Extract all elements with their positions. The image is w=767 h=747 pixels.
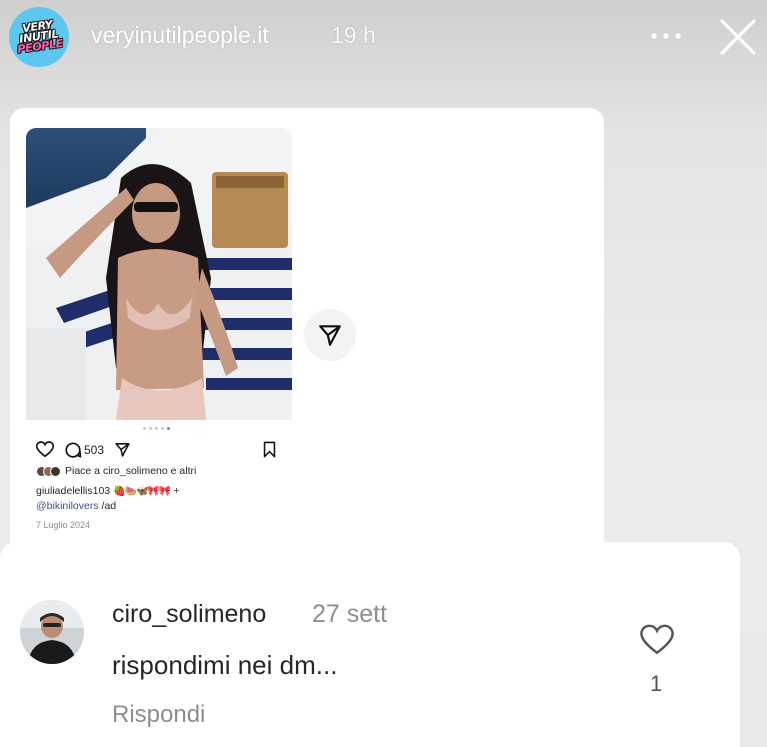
post-photo[interactable] [26, 128, 292, 420]
story-header: VERY INUTIL PEOPLE veryinutilpeople.it 1… [0, 0, 767, 76]
post-caption: giuliadelellis103 🍓🍉🦋🎀🎀 + @bikinilovers … [36, 484, 296, 514]
paper-plane-icon[interactable] [114, 441, 131, 458]
heart-outline-icon[interactable] [640, 624, 674, 656]
caption-tail: /ad [101, 500, 117, 512]
comment-icon[interactable] [64, 441, 82, 459]
caption-plus: + [173, 485, 180, 497]
comment-like-count: 1 [650, 671, 663, 696]
story-time: 19 h [331, 22, 376, 48]
account-avatar-logo[interactable]: VERY INUTIL PEOPLE [9, 7, 69, 67]
comment-username[interactable]: ciro_solimeno [112, 600, 266, 629]
caption-emojis: 🍓🍉🦋🎀🎀 [113, 486, 171, 497]
liked-by-text: Piace a ciro_solimeno e altri [65, 465, 197, 477]
carousel-dots [143, 427, 170, 430]
share-button[interactable] [304, 309, 356, 361]
caption-username[interactable]: giuliadelellis103 [36, 485, 110, 497]
comment-count: 503 [84, 443, 105, 457]
reply-button[interactable]: Rispondi [112, 701, 205, 729]
liked-by-line[interactable]: Piace a ciro_solimeno e altri [36, 465, 196, 477]
heart-outline-icon[interactable] [36, 441, 54, 458]
logo-line-3: PEOPLE [16, 36, 64, 57]
commenter-avatar[interactable] [20, 600, 84, 664]
more-options-icon[interactable] [648, 24, 684, 48]
account-name[interactable]: veryinutilpeople.it [91, 22, 269, 49]
logo-wordmark: VERY INUTIL PEOPLE [14, 18, 64, 57]
post-date: 7 Luglio 2024 [36, 520, 91, 530]
comment-text: rispondimi nei dm... [112, 650, 338, 680]
bookmark-icon[interactable] [262, 441, 277, 458]
close-icon[interactable] [716, 15, 760, 59]
post-action-bar: 503 [36, 440, 280, 460]
caption-mention[interactable]: @bikinilovers [36, 500, 99, 512]
liker-avatars [36, 465, 61, 477]
paper-plane-icon [319, 325, 341, 346]
comment-time: 27 sett [312, 600, 388, 628]
comment-card [0, 542, 740, 747]
